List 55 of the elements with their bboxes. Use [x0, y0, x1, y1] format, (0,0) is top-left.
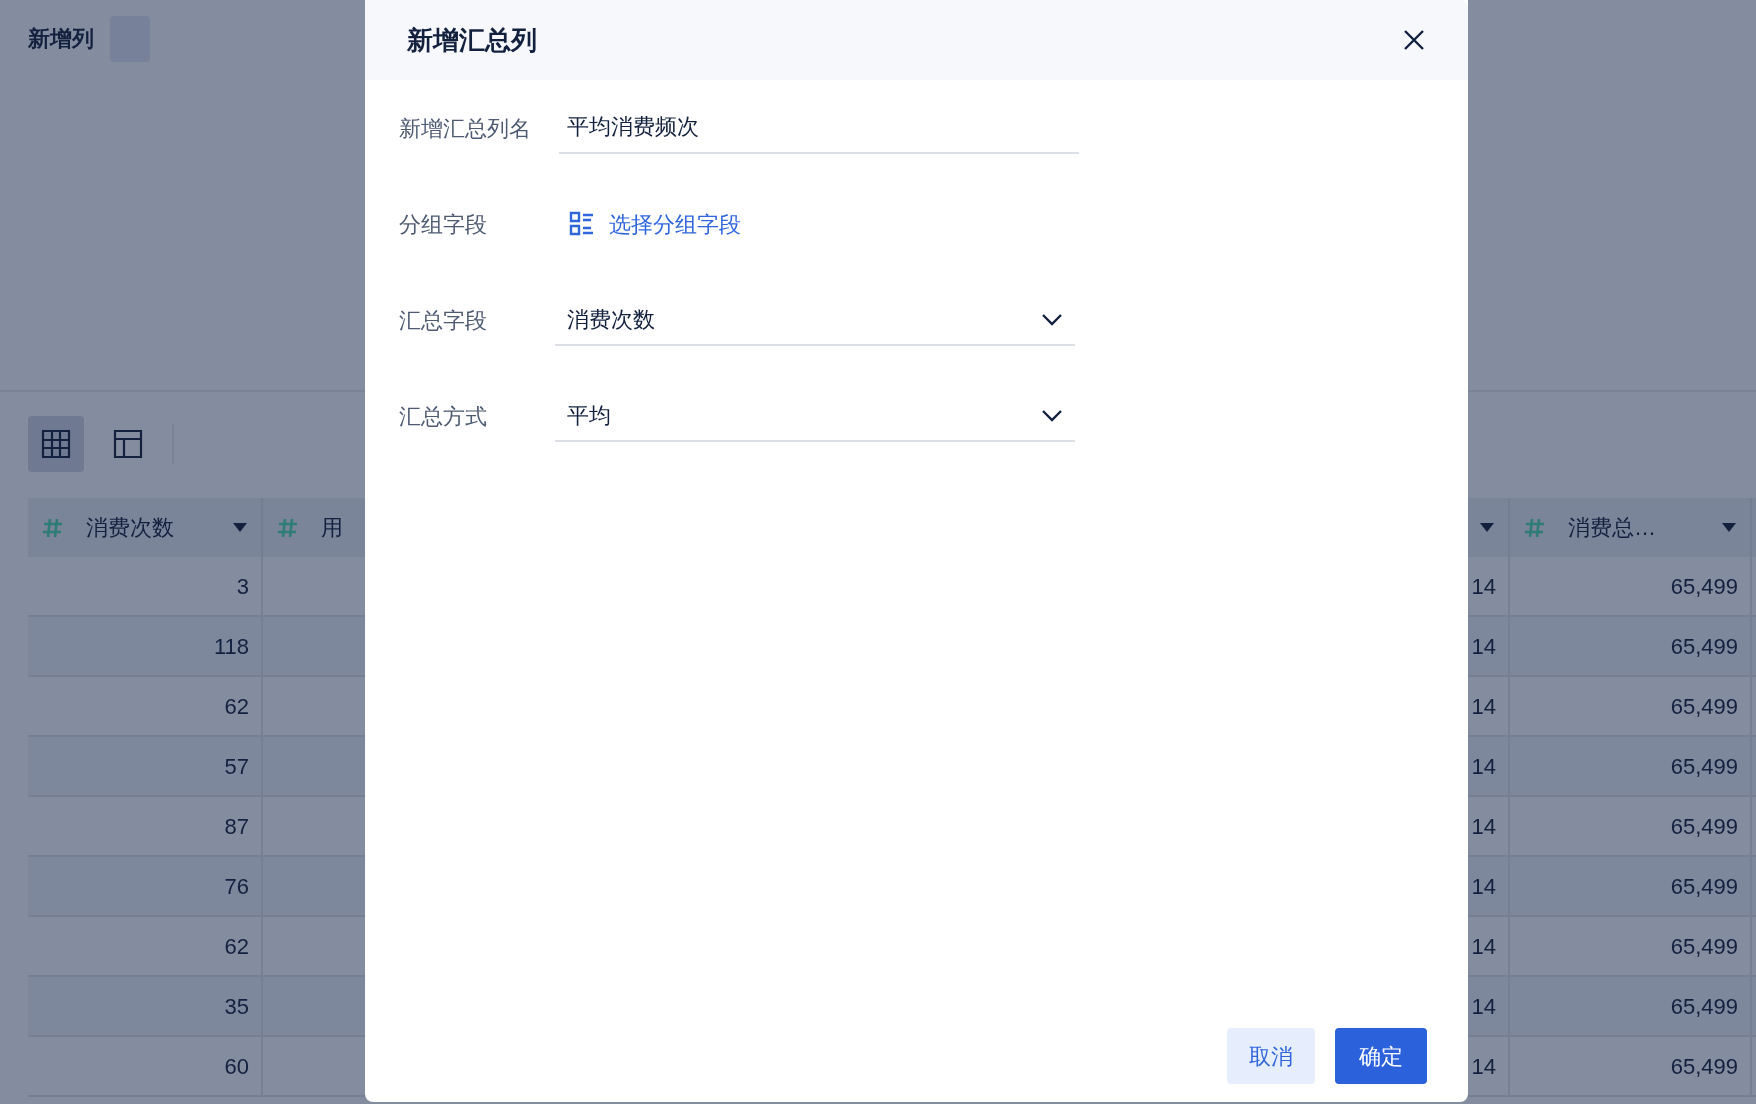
chevron-down-icon [1041, 312, 1063, 326]
table-cell-text: 35 [224, 992, 249, 1021]
list-icon [569, 211, 595, 237]
table-cell-text: 65,499 [1670, 872, 1738, 901]
chevron-down-icon [1041, 408, 1063, 422]
table-cell-text: 65,499 [1670, 1052, 1738, 1081]
table-cell-text: 14 [1471, 692, 1496, 721]
table-cell-text: 65,499 [1670, 932, 1738, 961]
column-title: 用 [321, 514, 344, 542]
close-icon [1402, 28, 1426, 52]
table-cell-text: 65,499 [1670, 572, 1738, 601]
table-cell-text: 57 [224, 752, 249, 781]
field-label: 汇总字段 [399, 306, 488, 335]
field-label: 新增汇总列名 [399, 114, 532, 143]
confirm-button[interactable]: 确定 [1335, 1028, 1427, 1084]
field-label: 汇总方式 [399, 402, 488, 431]
page-title: 新增列 [28, 25, 94, 53]
table-cell-text: 14 [1471, 632, 1496, 661]
name-input[interactable]: 平均消费频次 [559, 102, 1079, 154]
select-group-link[interactable]: 选择分组字段 [559, 207, 741, 241]
table-cell-text: 14 [1471, 872, 1496, 901]
table-cell-text: 60 [224, 1052, 249, 1081]
table-cell-text: 76 [224, 872, 249, 901]
table-cell-text: 62 [224, 692, 249, 721]
table-cell-text: 14 [1471, 572, 1496, 601]
table-cell-text: 65,499 [1670, 692, 1738, 721]
table-cell-text: 65,499 [1670, 752, 1738, 781]
column-title: 消费次数 [86, 514, 175, 542]
column-title: 消费总… [1568, 514, 1657, 542]
table-cell-text: 14 [1471, 992, 1496, 1021]
table-cell-text: 3 [236, 572, 249, 601]
grid-view-button[interactable] [28, 416, 84, 472]
field-label: 分组字段 [399, 210, 488, 239]
dropdown-select[interactable]: 消费次数 [555, 294, 1075, 346]
layout-icon [113, 429, 143, 459]
table-cell-text: 62 [224, 932, 249, 961]
hash-icon [277, 516, 299, 539]
sort-triangle-icon[interactable] [233, 523, 247, 532]
table-cell-text: 65,499 [1670, 632, 1738, 661]
hash-icon [1524, 516, 1546, 539]
sort-triangle-icon[interactable] [1722, 523, 1736, 532]
cancel-button[interactable]: 取消 [1227, 1028, 1315, 1084]
sort-triangle-icon[interactable] [1480, 523, 1494, 532]
table-cell-text: 65,499 [1670, 812, 1738, 841]
grid-icon [41, 429, 71, 459]
table-cell-text: 87 [224, 812, 249, 841]
table-cell-text: 65,499 [1670, 992, 1738, 1021]
table-cell-text: 14 [1471, 812, 1496, 841]
table-cell-text: 14 [1471, 932, 1496, 961]
hash-icon [42, 516, 64, 539]
dialog-title: 新增汇总列 [407, 23, 537, 57]
table-cell-text: 14 [1471, 752, 1496, 781]
dropdown-select[interactable]: 平均 [555, 390, 1075, 442]
table-cell-text: 14 [1471, 1052, 1496, 1081]
table-cell-text: 118 [213, 632, 249, 661]
